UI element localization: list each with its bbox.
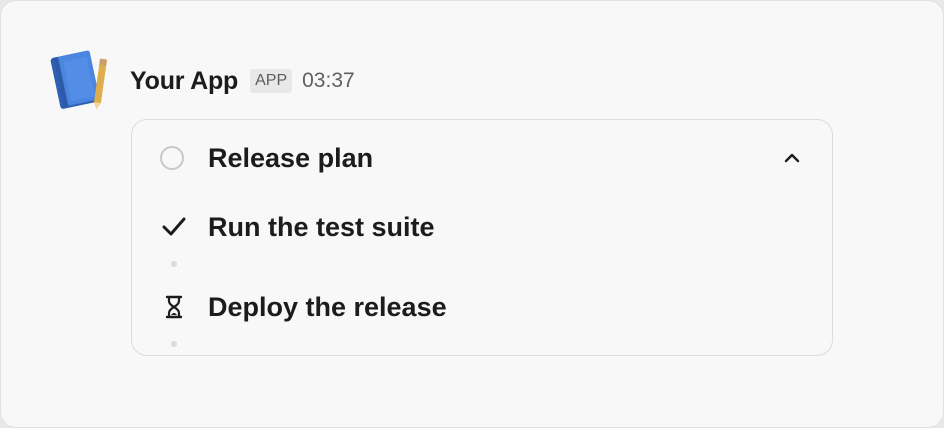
- message-frame: Your App APP 03:37 Release plan Run the …: [0, 0, 944, 428]
- plan-header[interactable]: Release plan: [160, 142, 373, 174]
- checkmark-icon: [160, 213, 188, 241]
- app-avatar[interactable]: [45, 45, 113, 113]
- plan-title: Release plan: [208, 142, 374, 173]
- plan-card: Release plan Run the test suite Deploy t…: [131, 119, 833, 356]
- timeline-dot: [171, 341, 177, 347]
- timeline-dot: [171, 261, 177, 267]
- empty-circle-icon: [160, 146, 184, 170]
- task-item[interactable]: Deploy the release: [160, 290, 447, 324]
- chevron-up-icon: [784, 153, 800, 163]
- app-name[interactable]: Your App: [130, 67, 238, 96]
- app-badge: APP: [250, 69, 293, 93]
- task-label: Deploy the release: [208, 291, 447, 322]
- task-label: Run the test suite: [208, 211, 435, 242]
- task-item[interactable]: Run the test suite: [160, 210, 435, 244]
- collapse-button[interactable]: [782, 148, 802, 168]
- notebook-pencil-icon: [50, 50, 108, 110]
- message-header: Your App APP 03:37: [130, 63, 355, 99]
- message-timestamp[interactable]: 03:37: [302, 69, 355, 93]
- hourglass-icon: [160, 293, 188, 321]
